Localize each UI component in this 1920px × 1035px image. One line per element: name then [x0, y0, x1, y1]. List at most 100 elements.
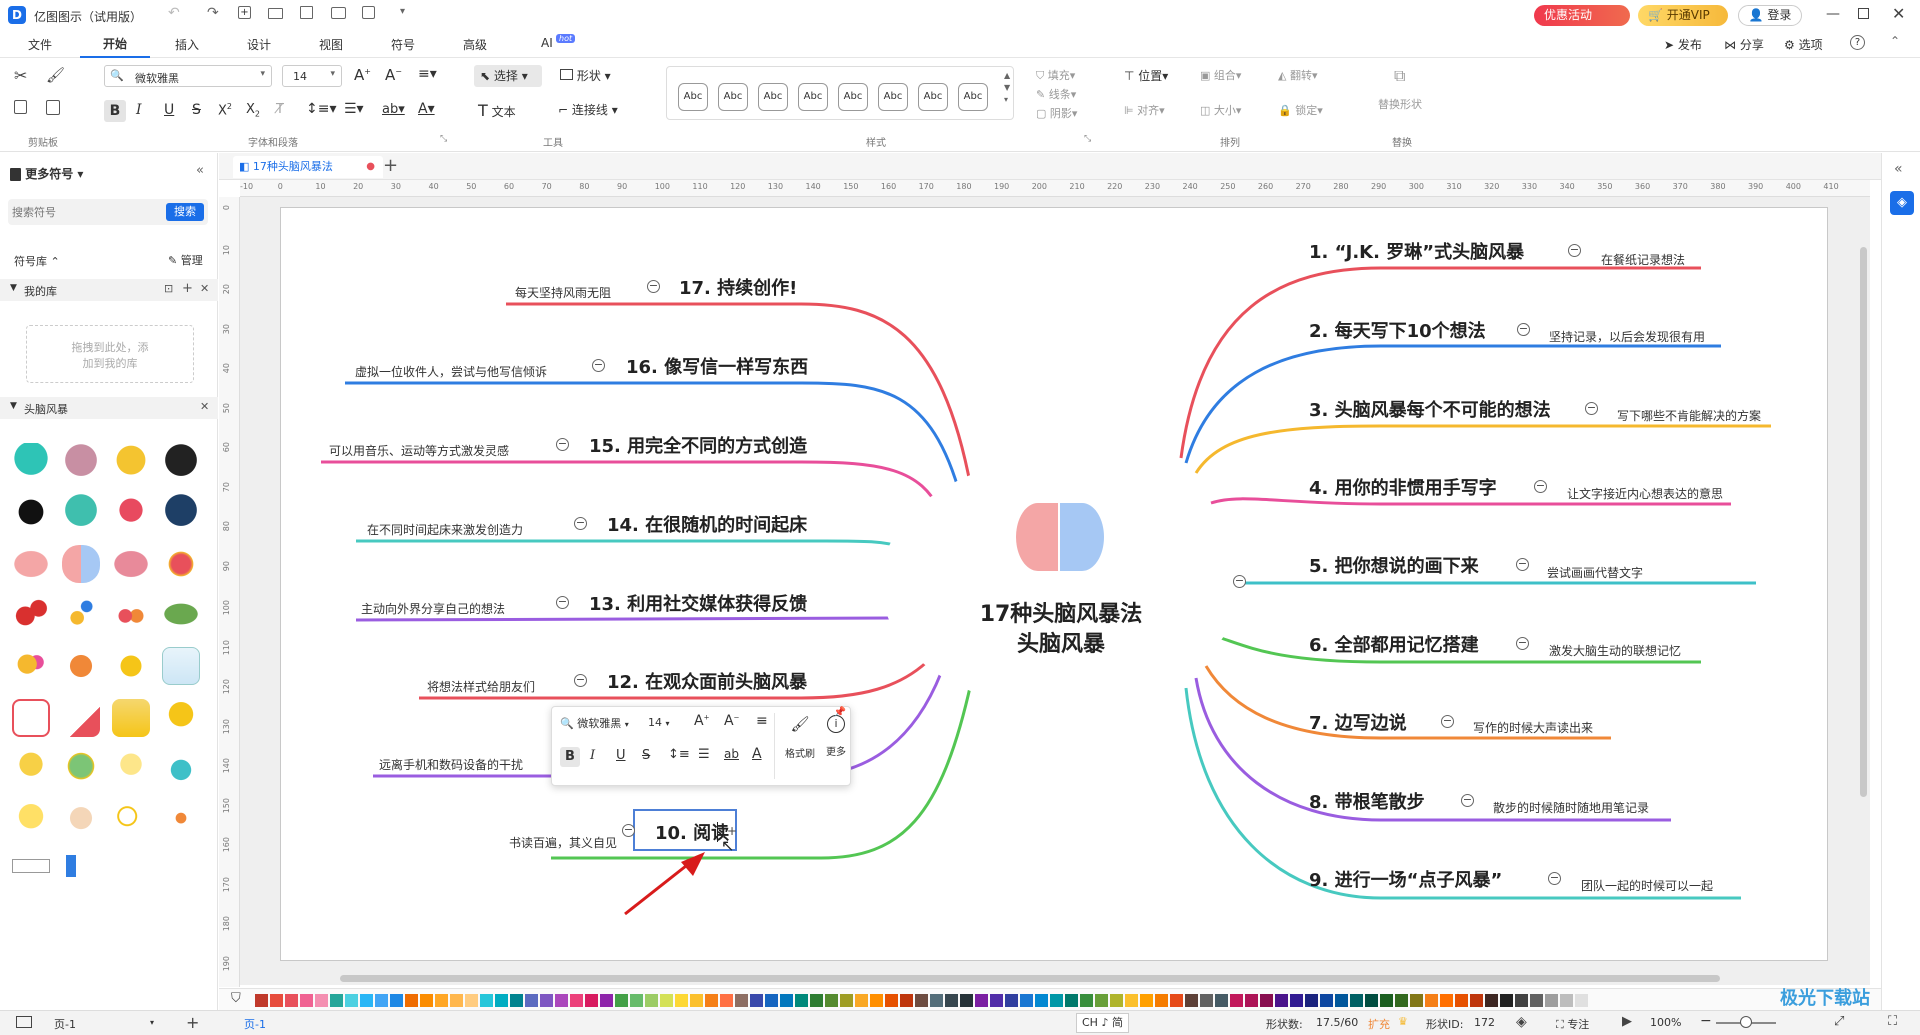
float-highlight-icon[interactable]: ab: [724, 747, 739, 761]
my-library-drop-zone[interactable]: 拖拽到此处，添 加到我的库: [26, 325, 194, 383]
color-swatch[interactable]: [1515, 994, 1528, 1007]
color-swatch[interactable]: [690, 994, 703, 1007]
teal-head-icon[interactable]: [62, 493, 100, 531]
color-swatch[interactable]: [840, 994, 853, 1007]
color-swatch[interactable]: [390, 994, 403, 1007]
collapse-icon-15[interactable]: −: [556, 438, 569, 451]
ime-indicator[interactable]: CH ♪ 简: [1076, 1013, 1129, 1033]
note-right-6[interactable]: 激发大脑生动的联想记忆: [1549, 642, 1681, 659]
lock-button[interactable]: 🔒 锁定▾: [1278, 102, 1323, 118]
color-swatch[interactable]: [1560, 994, 1573, 1007]
replace-shape-icon[interactable]: ⧉: [1394, 66, 1405, 86]
note-left-16[interactable]: 虚拟一位收件人，尝试与他写信倾诉: [355, 363, 547, 380]
thinker-silhouette-icon[interactable]: [12, 493, 50, 531]
shrink-font-icon[interactable]: A−: [385, 66, 402, 84]
note-left-13[interactable]: 主动向外界分享自己的想法: [361, 600, 505, 617]
color-swatch[interactable]: [945, 994, 958, 1007]
my-library-header[interactable]: ▼ 我的库 ⊡ + ✕: [0, 279, 218, 301]
page-view-icon[interactable]: [16, 1016, 32, 1028]
color-swatch[interactable]: [555, 994, 568, 1007]
collapse-icon-4[interactable]: −: [1534, 480, 1547, 493]
color-swatch[interactable]: [270, 994, 283, 1007]
style-preset-1[interactable]: Abc: [678, 83, 708, 111]
head-lightbulb-icon[interactable]: [12, 443, 50, 481]
fullscreen-icon[interactable]: ⛶: [1888, 1014, 1897, 1029]
redo-icon[interactable]: ↷: [207, 5, 219, 21]
color-swatch[interactable]: [900, 994, 913, 1007]
color-swatch[interactable]: [795, 994, 808, 1007]
fit-page-icon[interactable]: ⤢: [1834, 1014, 1844, 1029]
line-spacing-icon[interactable]: ↕≡▾: [306, 101, 337, 117]
color-swatch[interactable]: [315, 994, 328, 1007]
float-strike-button[interactable]: S: [642, 748, 650, 763]
font-color-icon[interactable]: A▾: [418, 101, 435, 117]
color-swatch[interactable]: [615, 994, 628, 1007]
new-icon[interactable]: +: [238, 6, 251, 19]
menu-design[interactable]: 设计: [247, 36, 271, 53]
color-swatch[interactable]: [1485, 994, 1498, 1007]
topic-right-8[interactable]: 8. 带根笔散步: [1309, 788, 1425, 814]
hand-brain-icon[interactable]: [112, 493, 150, 531]
text-bar-shape-icon[interactable]: [12, 859, 50, 873]
color-swatch[interactable]: [750, 994, 763, 1007]
bold-button[interactable]: B: [104, 100, 126, 122]
style-preset-2[interactable]: Abc: [718, 83, 748, 111]
color-swatch[interactable]: [765, 994, 778, 1007]
float-font-color-icon[interactable]: A: [752, 746, 762, 762]
gear-bulb-icon[interactable]: [112, 443, 150, 481]
open-folder-icon[interactable]: [268, 8, 283, 19]
note-left-14[interactable]: 在不同时间起床来激发创造力: [367, 521, 523, 538]
italic-button[interactable]: I: [136, 102, 142, 118]
hand-spark-icon[interactable]: [62, 801, 100, 839]
options-button[interactable]: ⚙ 选项: [1784, 36, 1823, 53]
topic-left-12[interactable]: 12. 在观众面前头脑风暴: [607, 668, 807, 694]
canvas-workspace[interactable]: 17种头脑风暴法 头脑风暴 − 1. “J.K. 罗琳”式头脑风暴 − 在餐纸记…: [240, 197, 1870, 985]
color-swatch[interactable]: [1185, 994, 1198, 1007]
note-right-2[interactable]: 坚持记录，以后会发现很有用: [1549, 328, 1705, 345]
color-swatch[interactable]: [600, 994, 613, 1007]
color-swatch[interactable]: [720, 994, 733, 1007]
bullet-list-icon[interactable]: ☰▾: [344, 101, 364, 117]
collapse-icon-8[interactable]: −: [1461, 794, 1474, 807]
more-symbols-button[interactable]: 更多符号 ▾: [10, 165, 83, 182]
style-preset-4[interactable]: Abc: [798, 83, 828, 111]
color-swatch[interactable]: [420, 994, 433, 1007]
topic-right-3[interactable]: 3. 头脑风暴每个不可能的想法: [1309, 396, 1551, 422]
color-swatch[interactable]: [1095, 994, 1108, 1007]
whiteboard-icon[interactable]: [162, 647, 200, 685]
color-swatch[interactable]: [1455, 994, 1468, 1007]
float-italic-button[interactable]: I: [590, 748, 595, 763]
zoom-out-button[interactable]: −: [1700, 1013, 1712, 1029]
replace-shape-button[interactable]: 替换形状: [1378, 96, 1422, 112]
collapse-icon-6[interactable]: −: [1516, 637, 1529, 650]
topic-left-15[interactable]: 15. 用完全不同的方式创造: [589, 432, 807, 458]
quick-access-dropdown-icon[interactable]: ▾: [400, 6, 405, 17]
red-gears-icon[interactable]: [12, 595, 50, 633]
people-meeting-icon[interactable]: [112, 595, 150, 633]
note-right-1[interactable]: 在餐纸记录想法: [1601, 251, 1685, 268]
color-swatch[interactable]: [1245, 994, 1258, 1007]
subscript-button[interactable]: X2: [246, 102, 260, 119]
style-dialog-launcher-icon[interactable]: ⤡: [1084, 134, 1091, 144]
copy-icon[interactable]: [14, 100, 27, 114]
collapse-ribbon-icon[interactable]: ⌃: [1890, 34, 1900, 48]
align-button[interactable]: ⊫ 对齐▾: [1124, 102, 1165, 118]
page-selector[interactable]: 页-1 ▾: [54, 1016, 164, 1032]
help-icon[interactable]: ?: [1850, 35, 1865, 50]
collapse-icon-5[interactable]: −: [1516, 558, 1529, 571]
topic-right-1[interactable]: 1. “J.K. 罗琳”式头脑风暴: [1309, 238, 1524, 264]
zoom-level[interactable]: 100%: [1650, 1016, 1681, 1029]
vertical-scrollbar[interactable]: [1860, 247, 1867, 797]
export-icon[interactable]: [362, 6, 375, 19]
color-swatch[interactable]: [375, 994, 388, 1007]
two-tone-brain-icon[interactable]: [62, 545, 100, 583]
pink-brain-icon[interactable]: [12, 545, 50, 583]
color-swatch[interactable]: [990, 994, 1003, 1007]
color-swatch[interactable]: [1230, 994, 1243, 1007]
color-swatch[interactable]: [1155, 994, 1168, 1007]
zoom-slider-thumb[interactable]: [1740, 1016, 1752, 1028]
position-button[interactable]: ⊤ 位置▾: [1124, 67, 1168, 84]
grow-font-icon[interactable]: A+: [354, 66, 371, 84]
document-tab[interactable]: ◧ 17种头脑风暴法 ●: [233, 156, 383, 178]
topic-right-7[interactable]: 7. 边写边说: [1309, 709, 1407, 735]
